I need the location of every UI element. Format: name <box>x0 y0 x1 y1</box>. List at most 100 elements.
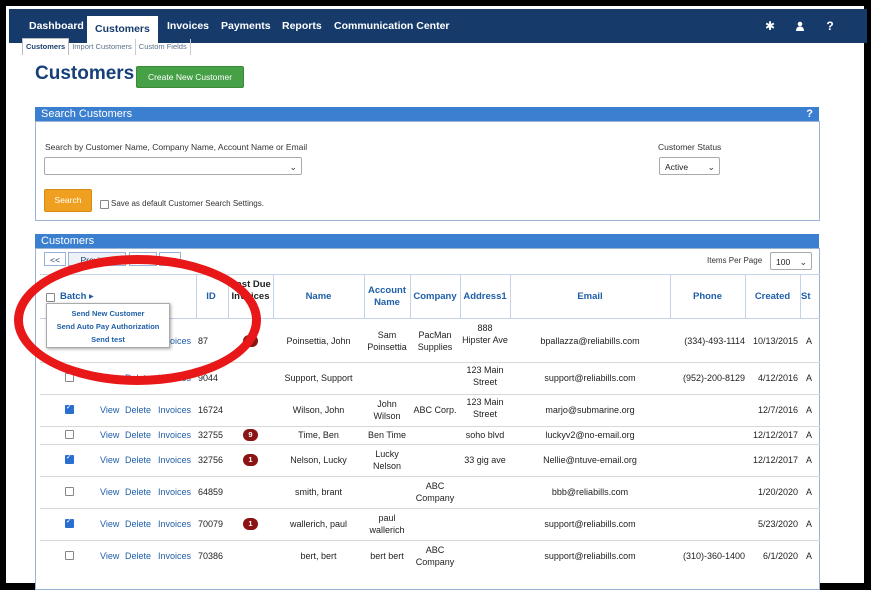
phone: (310)-360-1400 <box>682 551 745 561</box>
address1: 33 gig ave <box>464 455 506 465</box>
items-per-page-select[interactable]: 100 ⌄ <box>770 252 812 270</box>
phone: (334)-493-1114 <box>684 336 745 346</box>
customer-status-value: Active <box>665 162 689 172</box>
created-date: 12/7/2016 <box>757 405 798 415</box>
status: A <box>806 551 813 561</box>
customer-name: Time, Ben <box>298 430 339 440</box>
customer-name: Poinsettia, John <box>286 336 351 346</box>
status: A <box>806 430 813 440</box>
address1: 123 Main Street <box>466 397 504 419</box>
gear-icon[interactable]: ✱ <box>763 9 777 43</box>
col-header-address1[interactable]: Address1 <box>460 291 510 302</box>
search-panel-header: Search Customers ? <box>35 107 819 121</box>
row-checkbox[interactable] <box>65 487 74 496</box>
view-link[interactable]: View <box>100 454 119 466</box>
created-date: 4/12/2016 <box>757 373 798 383</box>
row-checkbox[interactable] <box>65 517 74 528</box>
customer-name: Nelson, Lucky <box>290 455 347 465</box>
row-checkbox[interactable] <box>65 403 74 414</box>
view-link[interactable]: View <box>100 486 119 498</box>
customer-id: 64859 <box>198 487 224 497</box>
chevron-down-icon: ⌄ <box>799 257 807 267</box>
address1: 888 Hipster Ave <box>462 323 508 345</box>
customer-name: Support, Support <box>284 373 353 383</box>
invoices-link[interactable]: Invoices <box>158 518 191 530</box>
view-link[interactable]: View <box>100 518 119 530</box>
search-help-icon[interactable]: ? <box>806 107 813 121</box>
col-header-email[interactable]: Email <box>510 291 670 302</box>
created-date: 10/13/2015 <box>752 336 798 346</box>
view-link[interactable]: View <box>100 550 119 562</box>
email: bbb@reliabills.com <box>551 487 629 497</box>
customer-status-select[interactable]: Active ⌄ <box>659 157 720 175</box>
delete-link[interactable]: Delete <box>125 486 151 498</box>
status: A <box>806 336 813 346</box>
invoices-link[interactable]: Invoices <box>158 486 191 498</box>
invoices-link[interactable]: Invoices <box>158 550 191 562</box>
company-name: ABC Company <box>415 545 455 567</box>
row-divider <box>40 476 820 477</box>
subnav-custom-fields[interactable]: Custom Fields <box>136 39 191 55</box>
col-header-created[interactable]: Created <box>745 291 800 302</box>
account-name: Ben Time <box>367 430 407 440</box>
status: A <box>806 487 813 497</box>
sub-nav: Customers Import Customers Custom Fields <box>22 38 191 55</box>
address1: soho blvd <box>465 430 505 440</box>
search-input[interactable]: ⌄ <box>44 157 302 175</box>
past-due-badge: 1 <box>243 518 258 530</box>
items-per-page-label: Items Per Page <box>707 256 763 265</box>
company-name: ABC Company <box>415 481 455 503</box>
customers-panel-title: Customers <box>41 235 95 247</box>
page-title: Customers <box>35 63 135 84</box>
account-name: paul wallerich <box>369 513 405 535</box>
search-label: Search by Customer Name, Company Name, A… <box>45 142 308 152</box>
delete-link[interactable]: Delete <box>125 404 151 416</box>
row-checkbox[interactable] <box>65 551 74 560</box>
past-due-badge: 1 <box>243 454 258 466</box>
save-default-checkbox[interactable] <box>100 200 109 209</box>
row-checkbox[interactable] <box>65 430 74 439</box>
row-checkbox[interactable] <box>65 453 74 464</box>
customers-panel-header: Customers <box>35 234 819 248</box>
created-date: 6/1/2020 <box>762 551 798 561</box>
col-header-account-name[interactable]: Account Name <box>364 285 410 309</box>
help-icon[interactable]: ? <box>823 9 837 43</box>
account-name: Sam Poinsettia <box>367 330 407 352</box>
email: bpallazza@reliabills.com <box>540 336 640 346</box>
email: Nellie@ntuve-email.org <box>543 455 637 465</box>
nav-payments[interactable]: Payments <box>221 9 271 43</box>
create-new-customer-button[interactable]: Create New Customer <box>136 66 244 88</box>
col-header-name[interactable]: Name <box>273 291 364 302</box>
customer-status-label: Customer Status <box>658 142 722 152</box>
created-date: 1/20/2020 <box>757 487 798 497</box>
email: support@reliabills.com <box>544 519 636 529</box>
row-divider <box>40 394 820 395</box>
invoices-link[interactable]: Invoices <box>158 454 191 466</box>
col-header-company[interactable]: Company <box>410 291 460 302</box>
pager-first[interactable]: << <box>44 252 66 266</box>
view-link[interactable]: View <box>100 429 119 441</box>
nav-communication-center[interactable]: Communication Center <box>334 9 450 43</box>
email: marjo@submarine.org <box>545 405 635 415</box>
email: support@reliabills.com <box>544 373 636 383</box>
col-header-phone[interactable]: Phone <box>670 291 745 302</box>
subnav-import-customers[interactable]: Import Customers <box>69 39 136 55</box>
invoices-link[interactable]: Invoices <box>158 429 191 441</box>
nav-reports[interactable]: Reports <box>282 9 322 43</box>
delete-link[interactable]: Delete <box>125 429 151 441</box>
invoices-link[interactable]: Invoices <box>158 404 191 416</box>
created-date: 5/23/2020 <box>757 519 798 529</box>
view-link[interactable]: View <box>100 404 119 416</box>
annotation-circle <box>14 255 261 385</box>
col-header-status[interactable]: St <box>801 291 821 302</box>
save-default-label: Save as default Customer Search Settings… <box>111 199 264 208</box>
subnav-customers[interactable]: Customers <box>22 38 70 55</box>
delete-link[interactable]: Delete <box>125 550 151 562</box>
company-name: ABC Corp. <box>413 405 457 415</box>
user-icon[interactable] <box>793 9 807 43</box>
status: A <box>806 373 813 383</box>
delete-link[interactable]: Delete <box>125 518 151 530</box>
search-button[interactable]: Search <box>44 189 92 212</box>
delete-link[interactable]: Delete <box>125 454 151 466</box>
items-per-page-value: 100 <box>776 257 791 267</box>
